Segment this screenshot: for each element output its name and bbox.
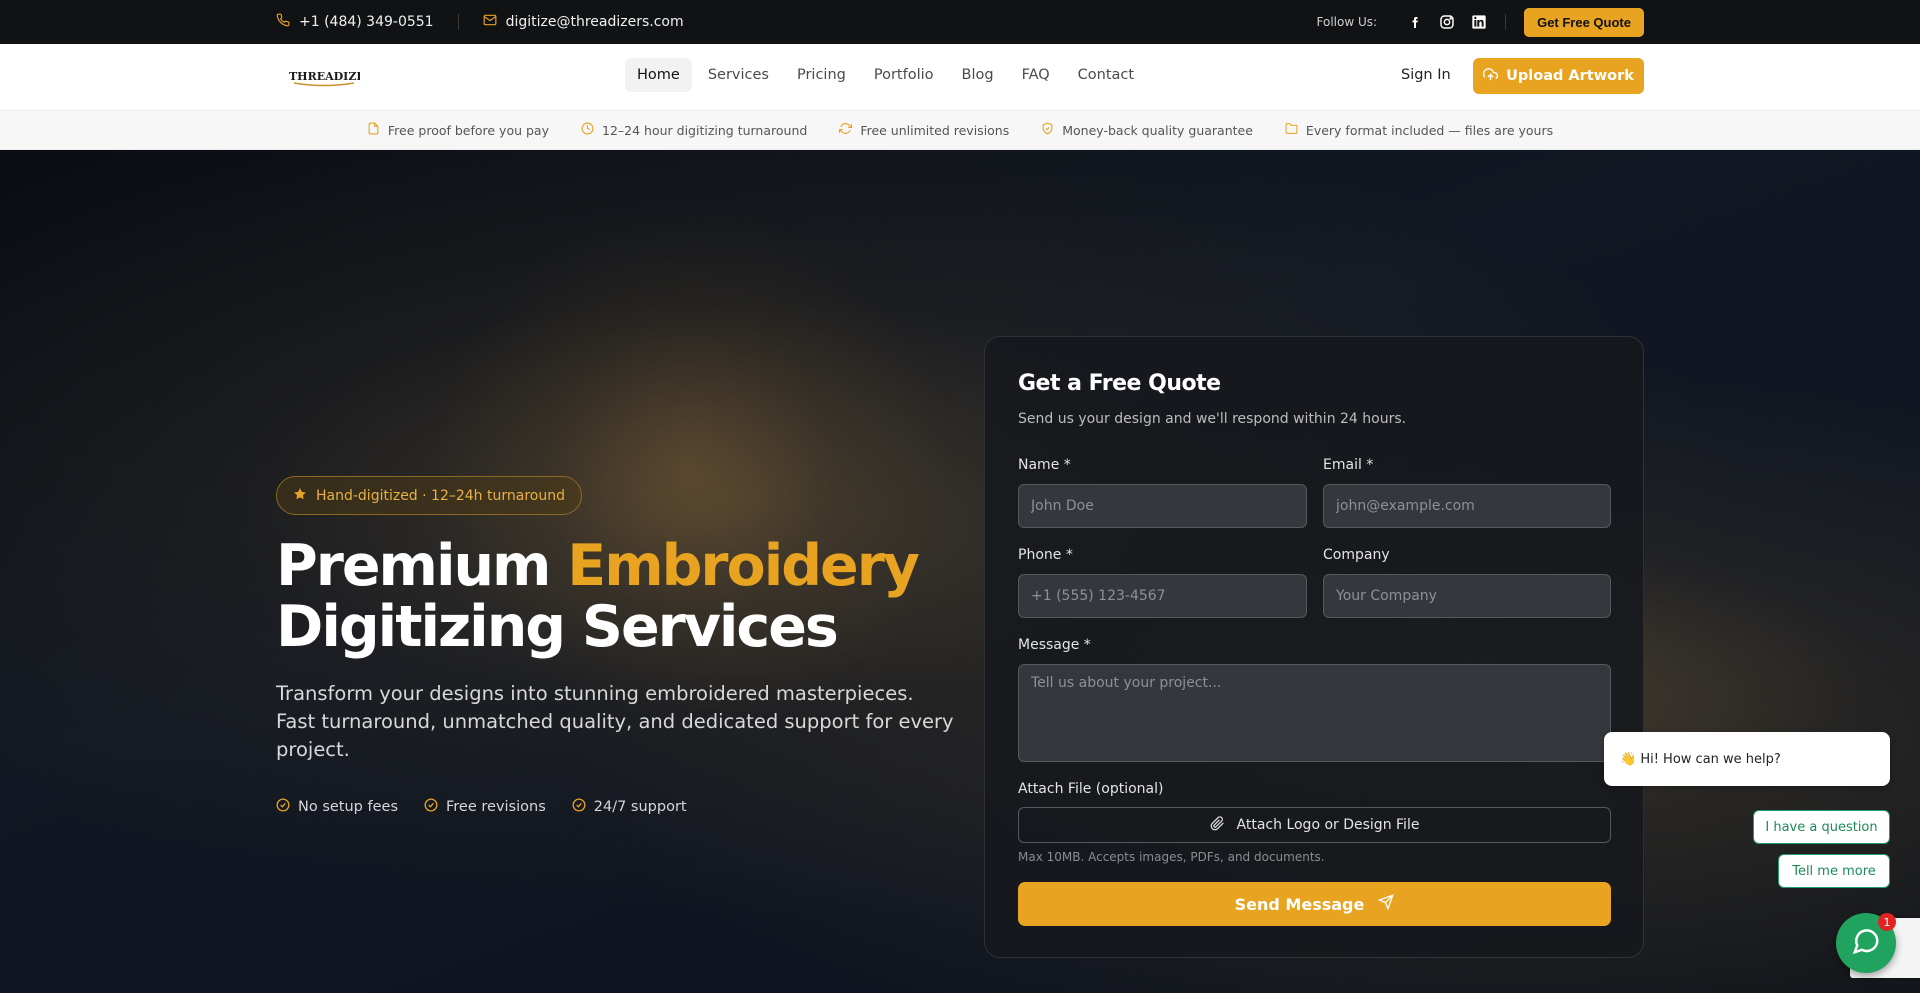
feature-label: Free unlimited revisions bbox=[860, 122, 1010, 138]
clock-icon bbox=[581, 122, 594, 138]
check-circle-icon bbox=[424, 798, 438, 816]
threadizers-logo[interactable]: THREADIZERS bbox=[288, 66, 382, 88]
feature-label: Money-back quality guarantee bbox=[1062, 122, 1253, 138]
hero-checklist: No setup fees Free revisions 24/7 suppor… bbox=[276, 798, 687, 816]
send-message-button[interactable]: Send Message bbox=[1018, 882, 1611, 926]
mail-icon bbox=[483, 13, 497, 31]
feature-label: Every format included — files are yours bbox=[1305, 122, 1554, 138]
nav-item-blog[interactable]: Blog bbox=[950, 58, 1006, 92]
feature-item: Free proof before you pay bbox=[367, 122, 549, 138]
name-field[interactable] bbox=[1018, 484, 1307, 528]
message-label: Message * bbox=[1018, 637, 1091, 653]
send-button-label: Send Message bbox=[1234, 894, 1365, 914]
linkedin-icon[interactable] bbox=[1471, 14, 1487, 30]
company-field[interactable] bbox=[1323, 574, 1611, 618]
nav-item-contact[interactable]: Contact bbox=[1066, 58, 1146, 92]
name-label: Name * bbox=[1018, 457, 1071, 473]
email-address: digitize@threadizers.com bbox=[505, 14, 684, 30]
feature-label: 12–24 hour digitizing turnaround bbox=[602, 122, 808, 138]
form-title: Get a Free Quote bbox=[1018, 371, 1221, 396]
paperclip-icon bbox=[1210, 815, 1225, 835]
hero-headline: Premium Embroidery Digitizing Services bbox=[276, 536, 976, 658]
check-label: 24/7 support bbox=[593, 799, 687, 815]
upload-artwork-label: Upload Artwork bbox=[1506, 68, 1634, 84]
phone-link[interactable]: +1 (484) 349-0551 bbox=[276, 13, 434, 31]
phone-icon bbox=[276, 13, 290, 31]
phone-number: +1 (484) 349-0551 bbox=[299, 14, 434, 30]
chat-option-more[interactable]: Tell me more bbox=[1778, 854, 1890, 888]
divider bbox=[457, 14, 459, 30]
hero-section: Hand-digitized · 12–24h turnaround Premi… bbox=[0, 150, 1920, 993]
email-link[interactable]: digitize@threadizers.com bbox=[483, 13, 684, 31]
nav-item-home[interactable]: Home bbox=[625, 58, 692, 92]
headline-part-1: Premium bbox=[276, 533, 568, 599]
check-circle-icon bbox=[572, 798, 586, 816]
quote-form-card: Get a Free Quote Send us your design and… bbox=[984, 336, 1644, 958]
features-strip: Free proof before you pay 12–24 hour dig… bbox=[0, 110, 1920, 150]
top-bar: +1 (484) 349-0551 digitize@threadizers.c… bbox=[0, 0, 1920, 44]
file-icon bbox=[367, 122, 380, 138]
attach-file-button[interactable]: Attach Logo or Design File bbox=[1018, 807, 1611, 843]
check-item: No setup fees bbox=[276, 798, 398, 816]
phone-label: Phone * bbox=[1018, 547, 1073, 563]
hero-subtitle: Transform your designs into stunning emb… bbox=[276, 682, 954, 761]
nav-item-pricing[interactable]: Pricing bbox=[785, 58, 858, 92]
attach-button-label: Attach Logo or Design File bbox=[1236, 817, 1420, 833]
folder-icon bbox=[1285, 122, 1298, 138]
chat-bubble-icon bbox=[1851, 926, 1881, 960]
headline-part-2: Digitizing Services bbox=[276, 594, 839, 660]
divider bbox=[1505, 14, 1507, 30]
upload-artwork-button[interactable]: Upload Artwork bbox=[1473, 58, 1644, 94]
nav-item-faq[interactable]: FAQ bbox=[1010, 58, 1062, 92]
check-circle-icon bbox=[276, 798, 290, 816]
headline-accent: Embroidery bbox=[567, 533, 920, 599]
chat-option-question[interactable]: I have a question bbox=[1753, 810, 1890, 844]
check-label: Free revisions bbox=[446, 799, 546, 815]
feature-item: 12–24 hour digitizing turnaround bbox=[581, 122, 807, 138]
cloud-upload-icon bbox=[1483, 67, 1499, 86]
refresh-icon bbox=[839, 122, 853, 138]
check-item: 24/7 support bbox=[572, 798, 687, 816]
sign-in-link[interactable]: Sign In bbox=[1401, 67, 1451, 83]
feature-label: Free proof before you pay bbox=[387, 122, 549, 138]
check-label: No setup fees bbox=[298, 799, 398, 815]
form-description: Send us your design and we'll respond wi… bbox=[1018, 411, 1407, 427]
feature-item: Money-back quality guarantee bbox=[1041, 122, 1253, 138]
feature-item: Free unlimited revisions bbox=[839, 122, 1009, 138]
nav-item-portfolio[interactable]: Portfolio bbox=[862, 58, 946, 92]
instagram-icon[interactable] bbox=[1439, 14, 1455, 30]
email-label: Email * bbox=[1323, 457, 1374, 473]
svg-text:THREADIZERS: THREADIZERS bbox=[289, 70, 360, 83]
hero-badge: Hand-digitized · 12–24h turnaround bbox=[276, 476, 582, 515]
feature-item: Every format included — files are yours bbox=[1285, 122, 1553, 138]
main-nav: THREADIZERS Home Services Pricing Portfo… bbox=[0, 44, 1920, 110]
topbar-right: Follow Us: Get Free Quote bbox=[1317, 0, 1644, 44]
shield-check-icon bbox=[1041, 122, 1054, 138]
email-field[interactable] bbox=[1323, 484, 1611, 528]
company-label: Company bbox=[1323, 547, 1390, 563]
chat-notification-badge: 1 bbox=[1878, 913, 1896, 931]
follow-label: Follow Us: bbox=[1316, 15, 1378, 29]
chat-greeting[interactable]: 👋 Hi! How can we help? bbox=[1604, 732, 1890, 786]
check-item: Free revisions bbox=[424, 798, 546, 816]
get-free-quote-button[interactable]: Get Free Quote bbox=[1524, 7, 1644, 37]
phone-field[interactable] bbox=[1018, 574, 1307, 618]
nav-menu: Home Services Pricing Portfolio Blog FAQ… bbox=[625, 58, 1146, 92]
contact-info: +1 (484) 349-0551 digitize@threadizers.c… bbox=[276, 0, 684, 44]
attach-label: Attach File (optional) bbox=[1018, 781, 1164, 797]
facebook-icon[interactable] bbox=[1407, 14, 1423, 30]
message-field[interactable] bbox=[1018, 664, 1611, 762]
send-icon bbox=[1377, 894, 1395, 914]
nav-item-services[interactable]: Services bbox=[696, 58, 781, 92]
attach-hint: Max 10MB. Accepts images, PDFs, and docu… bbox=[1018, 850, 1325, 864]
star-icon bbox=[293, 487, 307, 505]
hero-badge-label: Hand-digitized · 12–24h turnaround bbox=[316, 487, 565, 504]
